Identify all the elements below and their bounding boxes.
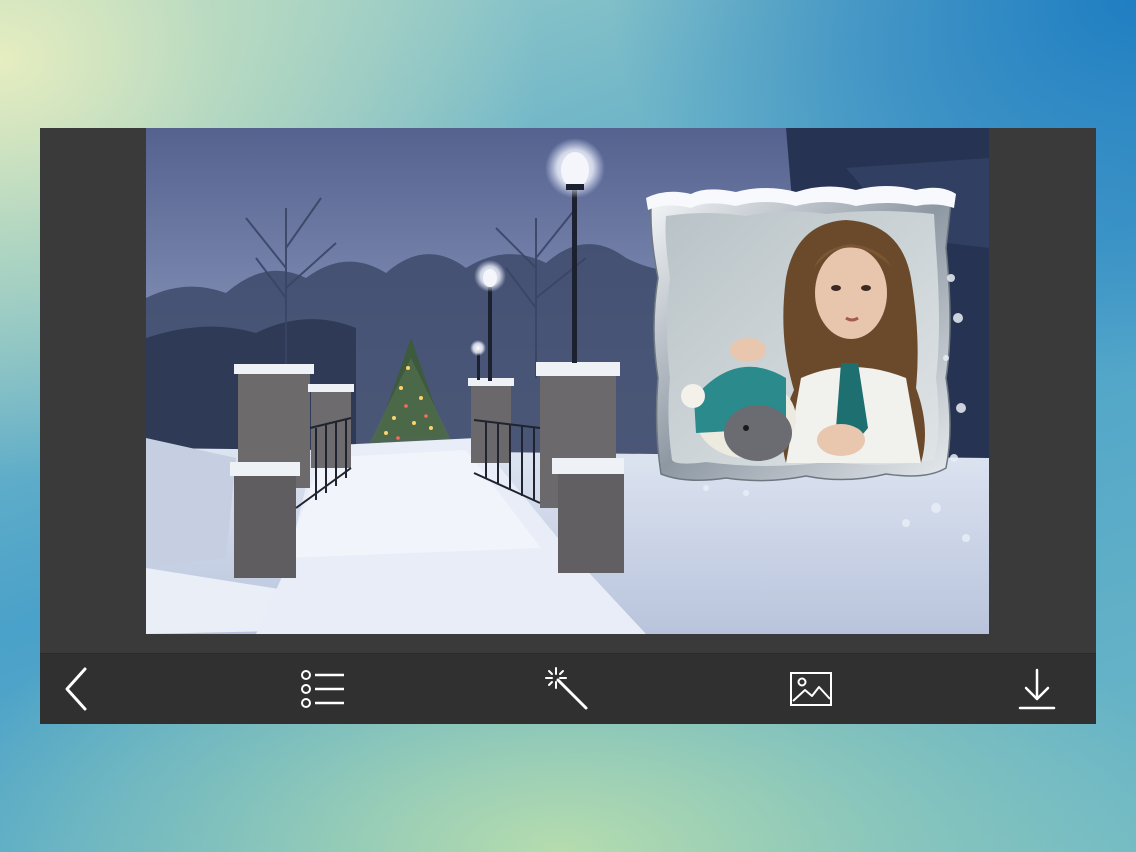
image-icon	[790, 672, 832, 706]
photo-frame[interactable]	[646, 186, 956, 482]
gallery-button[interactable]	[786, 664, 836, 714]
magic-wand-icon	[545, 667, 588, 710]
photo-canvas[interactable]	[146, 128, 989, 634]
list-icon	[301, 670, 344, 708]
download-icon	[1018, 668, 1056, 710]
chevron-left-icon	[65, 667, 87, 711]
frames-list-button[interactable]	[298, 664, 348, 714]
save-button[interactable]	[1012, 664, 1062, 714]
editor-panel	[40, 128, 1096, 724]
back-button[interactable]	[52, 664, 102, 714]
effects-button[interactable]	[542, 664, 592, 714]
composited-photo	[146, 128, 989, 634]
bottom-toolbar	[40, 653, 1096, 724]
